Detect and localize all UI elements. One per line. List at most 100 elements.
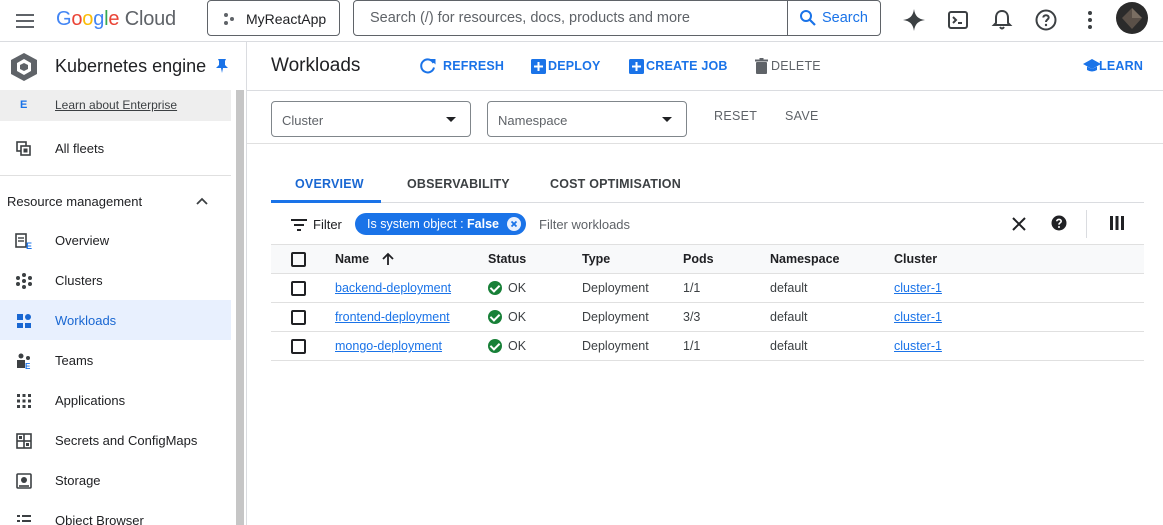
filter-list-icon[interactable] xyxy=(291,218,307,232)
column-header-status[interactable]: Status xyxy=(488,244,582,274)
reset-button[interactable]: RESET xyxy=(714,109,757,123)
workloads-table: Name Status Type Pods Namespace Cluster … xyxy=(271,244,1144,361)
tab-cost-optimisation[interactable]: COST OPTIMISATION xyxy=(550,177,681,191)
tabs-divider xyxy=(271,202,1144,203)
overview-icon: E xyxy=(15,233,32,250)
status-text: OK xyxy=(508,338,527,353)
chip-value: False xyxy=(467,217,500,231)
secrets-icon xyxy=(16,433,32,449)
project-dots-icon xyxy=(224,13,234,25)
fleets-icon xyxy=(16,141,31,156)
gemini-sparkle-icon[interactable] xyxy=(902,8,926,32)
trash-icon xyxy=(755,58,768,74)
notifications-bell-icon[interactable] xyxy=(990,8,1014,32)
pods-cell: 1/1 xyxy=(683,273,770,303)
search-box: Search xyxy=(353,0,881,36)
more-vert-icon[interactable] xyxy=(1078,8,1102,32)
table-header-row: Name Status Type Pods Namespace Cluster xyxy=(271,244,1144,274)
sidebar-header: Kubernetes engine xyxy=(0,42,246,90)
deploy-button[interactable]: DEPLOY xyxy=(531,58,600,76)
account-avatar[interactable] xyxy=(1116,2,1148,34)
pin-icon[interactable] xyxy=(215,58,229,74)
namespace-cell: default xyxy=(770,331,894,361)
save-button[interactable]: SAVE xyxy=(785,109,819,123)
cluster-link[interactable]: cluster-1 xyxy=(894,281,942,295)
sort-arrow-up-icon xyxy=(381,253,394,266)
sidebar-item-all-fleets[interactable]: All fleets xyxy=(0,128,231,168)
row-checkbox[interactable] xyxy=(291,309,306,325)
add-box-icon xyxy=(629,59,644,74)
ok-check-icon xyxy=(488,339,502,354)
product-title: Kubernetes engine xyxy=(55,56,207,76)
sidebar-item-workloads[interactable]: Workloads xyxy=(0,300,231,340)
refresh-button[interactable]: REFRESH xyxy=(419,58,504,76)
column-header-pods[interactable]: Pods xyxy=(683,244,770,274)
tab-observability[interactable]: OBSERVABILITY xyxy=(407,177,510,191)
add-box-icon xyxy=(531,59,546,74)
learn-button[interactable]: LEARN xyxy=(1083,58,1143,76)
sidebar-item-object-browser[interactable]: Object Browser xyxy=(0,500,231,525)
chevron-up-icon[interactable] xyxy=(195,195,209,209)
learn-enterprise-link[interactable]: Learn about Enterprise xyxy=(55,98,177,112)
chip-key: Is system object xyxy=(367,217,457,231)
sidebar-scrollbar[interactable] xyxy=(236,90,244,525)
status-text: OK xyxy=(508,309,527,324)
kubernetes-engine-icon xyxy=(11,53,37,81)
namespace-select[interactable]: Namespace xyxy=(487,101,687,137)
help-circle-icon[interactable] xyxy=(1051,215,1067,231)
delete-button[interactable]: DELETE xyxy=(755,58,821,76)
column-display-icon[interactable] xyxy=(1110,216,1124,230)
system-object-filter-chip[interactable]: Is system object : False xyxy=(355,213,526,235)
filter-workloads-input[interactable] xyxy=(539,214,839,234)
search-button[interactable]: Search xyxy=(787,1,880,35)
pods-cell: 3/3 xyxy=(683,302,770,332)
status-text: OK xyxy=(508,280,527,295)
row-checkbox[interactable] xyxy=(291,338,306,354)
project-name: MyReactApp xyxy=(246,11,327,27)
table-row: frontend-deployment OK Deployment 3/3 de… xyxy=(271,302,1144,332)
cluster-link[interactable]: cluster-1 xyxy=(894,339,942,353)
sidebar-item-overview[interactable]: E Overview xyxy=(0,220,231,260)
create-job-button[interactable]: CREATE JOB xyxy=(629,58,727,76)
column-header-cluster[interactable]: Cluster xyxy=(894,244,1144,274)
cluster-select[interactable]: Cluster xyxy=(271,101,471,137)
google-cloud-logo[interactable]: Google Cloud xyxy=(56,8,176,31)
select-all-checkbox[interactable] xyxy=(291,251,306,267)
enterprise-badge: E xyxy=(20,99,28,111)
sidebar-item-secrets-configmaps[interactable]: Secrets and ConfigMaps xyxy=(0,420,231,460)
clear-filter-icon[interactable] xyxy=(1012,217,1026,231)
row-checkbox[interactable] xyxy=(291,280,306,296)
column-header-type[interactable]: Type xyxy=(582,244,683,274)
project-picker-button[interactable]: MyReactApp xyxy=(207,0,340,36)
cluster-link[interactable]: cluster-1 xyxy=(894,310,942,324)
sidebar-item-storage[interactable]: Storage xyxy=(0,460,231,500)
sidebar-item-teams[interactable]: E Teams xyxy=(0,340,231,380)
sidebar-divider xyxy=(0,175,231,176)
workload-name-link[interactable]: frontend-deployment xyxy=(335,310,450,324)
filter-label: Filter xyxy=(313,217,342,232)
chip-text: Is system object : False xyxy=(367,217,499,231)
chip-remove-icon[interactable] xyxy=(507,217,521,231)
help-icon[interactable] xyxy=(1034,8,1058,32)
sidebar: Kubernetes engine E Learn about Enterpri… xyxy=(0,42,247,525)
cloud-shell-icon[interactable] xyxy=(946,8,970,32)
dropdown-arrow-icon xyxy=(662,117,672,122)
applications-icon xyxy=(17,394,31,408)
type-cell: Deployment xyxy=(582,331,683,361)
main-menu-icon[interactable] xyxy=(14,10,36,32)
workload-name-link[interactable]: mongo-deployment xyxy=(335,339,442,353)
resource-management-header[interactable]: Resource management xyxy=(7,194,142,209)
column-header-namespace[interactable]: Namespace xyxy=(770,244,894,274)
search-input[interactable] xyxy=(355,2,785,34)
column-header-name[interactable]: Name xyxy=(335,244,488,274)
sidebar-item-applications[interactable]: Applications xyxy=(0,380,231,420)
header-divider xyxy=(247,90,1163,91)
tab-overview[interactable]: OVERVIEW xyxy=(295,177,364,191)
page-title: Workloads xyxy=(271,55,361,76)
table-row: mongo-deployment OK Deployment 1/1 defau… xyxy=(271,331,1144,361)
namespace-cell: default xyxy=(770,273,894,303)
svg-text:E: E xyxy=(25,362,31,370)
workload-name-link[interactable]: backend-deployment xyxy=(335,281,451,295)
sidebar-item-clusters[interactable]: Clusters xyxy=(0,260,231,300)
refresh-icon xyxy=(420,58,436,74)
